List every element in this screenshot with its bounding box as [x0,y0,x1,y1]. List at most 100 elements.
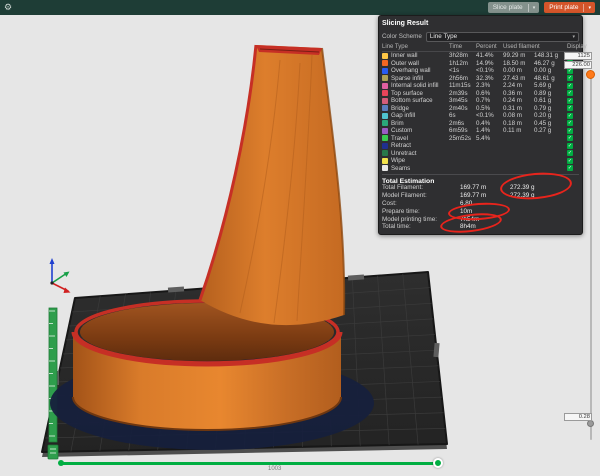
line-color-swatch [382,98,388,104]
gear-icon[interactable]: ⚙ [4,0,12,15]
line-type-row: Brim2m6s0.4%0.18 m0.45 g [382,120,579,128]
estimation-label: Total time: [382,223,460,230]
line-type-row: Overhang wall<1s<0.1%0.00 m0.00 g [382,67,579,75]
line-filament-g: 5.69 g [534,82,567,89]
line-type-name: Overhang wall [391,67,449,74]
line-color-swatch [382,150,388,156]
line-type-row: Retract [382,142,579,150]
line-color-swatch [382,135,388,141]
line-type-name: Brim [391,120,449,127]
line-time: 2m39s [449,90,476,97]
display-checkbox[interactable] [567,143,573,149]
layer-slider-track[interactable] [590,72,592,440]
line-color-swatch [382,75,388,81]
line-time: 3h28m [449,52,476,59]
line-time: 2m6s [449,120,476,127]
line-percent: 0.5% [476,105,503,112]
display-checkbox[interactable] [567,90,573,96]
line-type-row: Inner wall3h28m41.4%99.29 m148.31 g [382,52,579,60]
line-percent: 0.7% [476,97,503,104]
display-checkbox[interactable] [567,135,573,141]
display-checkbox[interactable] [567,113,573,119]
col-used-filament: Used filament [503,44,567,50]
line-filament-m: 0.31 m [503,105,534,112]
display-checkbox[interactable] [567,105,573,111]
line-type-row: Sparse infill2h56m32.3%27.43 m48.61 g [382,75,579,83]
estimation-label: Prepare time: [382,208,460,215]
col-line-type: Line Type [382,44,449,50]
handle [200,45,344,325]
axes-indicator [50,258,71,293]
line-color-swatch [382,143,388,149]
estimation-value-1: 6.80 [460,200,510,207]
estimation-label: Total Filament: [382,184,460,191]
display-checkbox[interactable] [567,120,573,126]
line-time: 25m52s [449,135,476,142]
line-color-swatch [382,105,388,111]
estimation-row: Model printing time:7h54m [382,215,579,223]
plate-ruler [48,308,58,459]
line-filament-m: 0.36 m [503,90,534,97]
line-color-swatch [382,128,388,134]
chevron-down-icon[interactable]: ▾ [584,5,595,11]
panel-title: Slicing Result [382,18,579,30]
line-time: 6m59s [449,127,476,134]
line-filament-g: 46.27 g [534,60,567,67]
color-scheme-value: Line Type [430,33,457,40]
line-color-swatch [382,60,388,66]
line-percent: <0.1% [476,112,503,119]
line-color-swatch [382,165,388,171]
move-slider-start-dot [58,460,64,466]
line-percent: 14.9% [476,60,503,67]
move-count-label: 1003 [268,466,281,472]
estimation-value-1: 7h54m [460,216,510,223]
display-checkbox[interactable] [567,165,573,171]
top-toolbar: ⚙ Slice plate ▾ Print plate ▾ [0,0,600,15]
line-color-swatch [382,158,388,164]
print-plate-button[interactable]: Print plate ▾ [544,2,595,13]
line-type-name: Travel [391,135,449,142]
display-checkbox[interactable] [567,128,573,134]
display-checkbox[interactable] [567,158,573,164]
slicing-result-panel: Slicing Result Color Scheme Line Type ▾ … [378,15,583,235]
display-checkbox[interactable] [567,75,573,81]
line-type-name: Internal solid infill [391,82,449,89]
estimation-row: Cost:6.80 [382,200,579,208]
move-slider-handle[interactable] [433,458,443,468]
line-type-row: Outer wall1h12m14.9%18.50 m46.27 g [382,60,579,68]
estimation-value-2: 272.39 g [510,192,566,199]
estimation-row: Total time:8h4m [382,223,579,231]
line-type-row: Seams [382,165,579,173]
line-type-row: Top surface2m39s0.6%0.36 m0.89 g [382,90,579,98]
line-color-swatch [382,113,388,119]
layer-number-label: 1125 [564,52,592,60]
move-slider-track[interactable] [62,462,440,465]
slice-plate-label: Slice plate [488,4,528,11]
display-checkbox[interactable] [567,98,573,104]
line-filament-m: 2.24 m [503,82,534,89]
total-estimation-title: Total Estimation [382,174,579,184]
display-checkbox[interactable] [567,83,573,89]
estimation-row: Total Filament:169.77 m272.39 g [382,184,579,192]
line-filament-g: 48.61 g [534,75,567,82]
line-time: 11m15s [449,82,476,89]
color-scheme-select[interactable]: Line Type ▾ [426,32,579,42]
line-percent: 0.4% [476,120,503,127]
layer-slider-top-handle[interactable] [586,70,595,79]
line-percent: 0.6% [476,90,503,97]
line-filament-g: 0.45 g [534,120,567,127]
estimation-label: Model Filament: [382,192,460,199]
display-checkbox[interactable] [567,150,573,156]
line-filament-m: 99.29 m [503,52,534,59]
layer-slider-bottom-handle[interactable] [587,420,594,427]
chevron-down-icon: ▾ [572,34,575,40]
slice-plate-button[interactable]: Slice plate ▾ [488,2,540,13]
line-percent: 32.3% [476,75,503,82]
model-mesh [50,45,374,450]
line-filament-g: 0.20 g [534,112,567,119]
table-header: Line Type Time Percent Used filament Dis… [382,43,579,52]
line-time: 2h56m [449,75,476,82]
estimation-value-1: 169.77 m [460,192,510,199]
chevron-down-icon[interactable]: ▾ [529,5,540,11]
line-time: <1s [449,67,476,74]
